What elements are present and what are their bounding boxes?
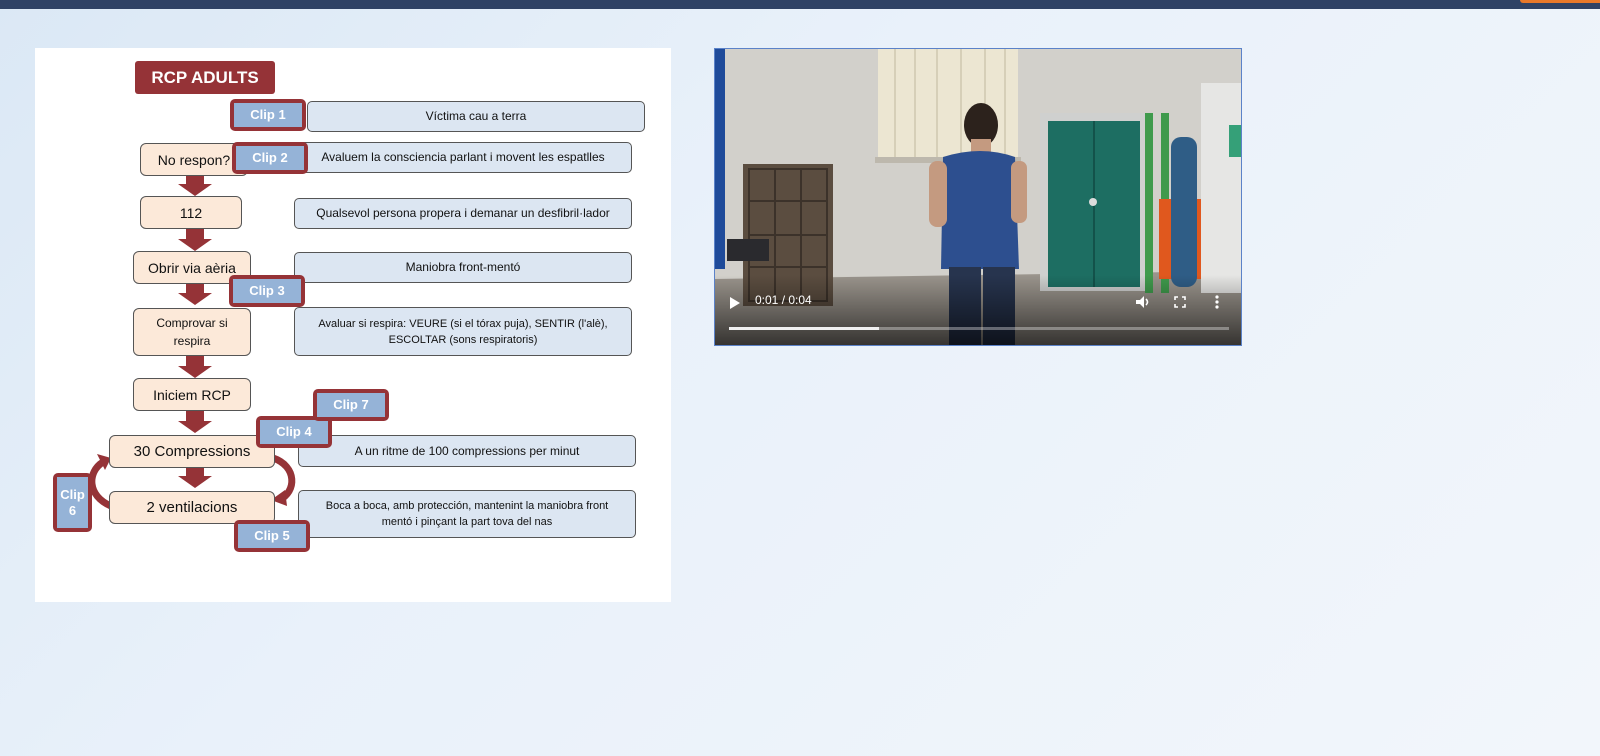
video-time: 0:01 / 0:04 [755, 293, 812, 307]
step-112: 112 [140, 196, 242, 229]
step-iniciem-rcp: Iniciem RCP [133, 378, 251, 411]
desc-victima-cau: Víctima cau a terra [307, 101, 645, 132]
clip-5-tag: Clip 5 [234, 520, 310, 552]
fullscreen-icon[interactable] [1174, 296, 1186, 308]
clip-2-tag: Clip 2 [232, 142, 308, 174]
desc-maniobra-front-mento: Maniobra front-mentó [294, 252, 632, 283]
volume-icon[interactable] [1135, 294, 1151, 310]
top-bar [0, 0, 1600, 9]
desc-qualsevol-persona: Qualsevol persona propera i demanar un d… [294, 198, 632, 229]
desc-ritme-compressions: A un ritme de 100 compressions per minut [298, 435, 636, 467]
desc-avaluar-si-respira: Avaluar si respira: VEURE (si el tórax p… [294, 307, 632, 356]
more-options-icon[interactable] [1215, 295, 1219, 309]
play-icon[interactable] [729, 296, 741, 310]
desc-boca-a-boca: Boca a boca, amb protección, mantenint l… [298, 490, 636, 538]
clip-6-tag: Clip 6 [53, 473, 92, 532]
clip-7-tag: Clip 7 [313, 389, 389, 421]
video-progress-fill [729, 327, 879, 330]
clip-1-tag: Clip 1 [230, 99, 306, 131]
desc-avaluem-consciencia: Avaluem la consciencia parlant i movent … [294, 142, 632, 173]
flowchart-title: RCP ADULTS [135, 61, 275, 94]
clip-3-tag: Clip 3 [229, 275, 305, 307]
video-controls-overlay [715, 275, 1241, 345]
rcp-flowchart-image: RCP ADULTS No respon? 112 Obrir via aèri… [35, 48, 671, 602]
step-comprovar-si-respira: Comprovar si respira [133, 308, 251, 356]
video-player[interactable]: 0:01 / 0:04 [714, 48, 1242, 346]
top-accent-tab[interactable] [1520, 0, 1600, 3]
step-30-compressions: 30 Compressions [109, 435, 275, 468]
video-progress-bar[interactable] [729, 327, 1229, 330]
